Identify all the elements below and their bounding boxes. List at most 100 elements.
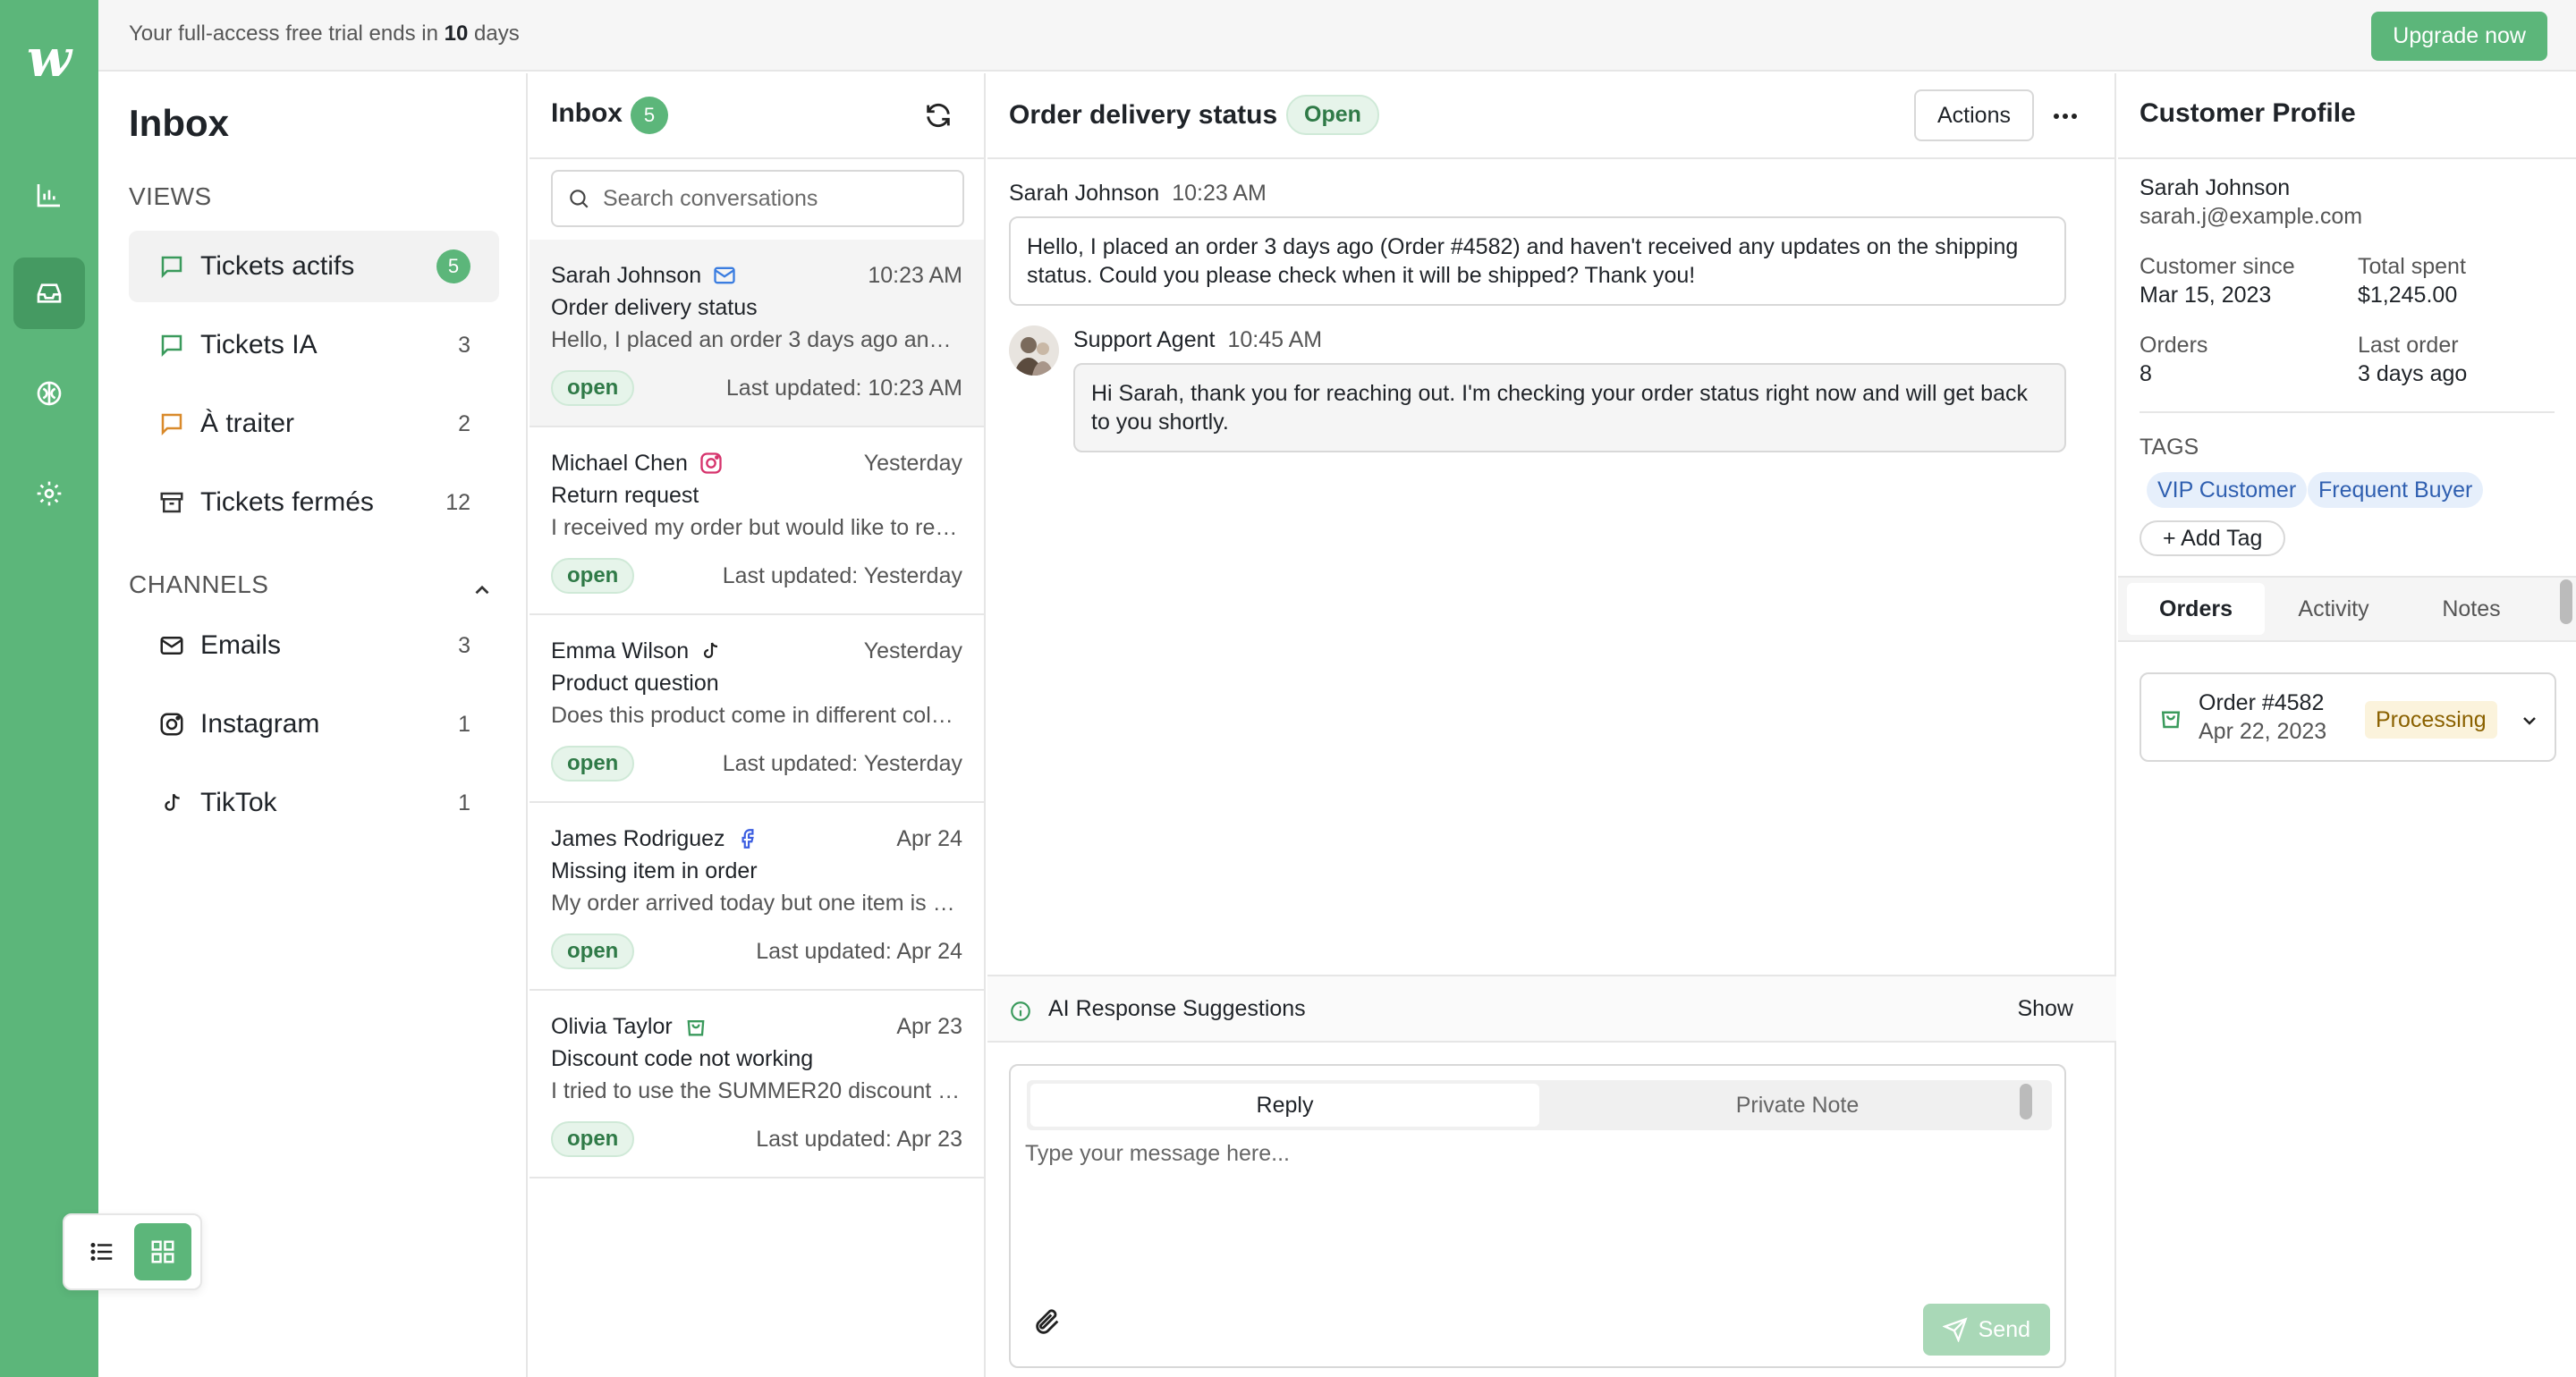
agent-message: Hi Sarah, thank you for reaching out. I'… bbox=[1073, 363, 2066, 452]
channels-collapse-button[interactable] bbox=[470, 579, 494, 602]
chevron-up-icon bbox=[475, 585, 489, 595]
conversation-subject: Order delivery status bbox=[551, 295, 758, 320]
conversation-time: Apr 23 bbox=[896, 1013, 962, 1039]
status-badge: open bbox=[551, 1121, 635, 1157]
conversation-preview: Hello, I placed an order 3 days ago and … bbox=[551, 327, 962, 352]
tab-notes[interactable]: Notes bbox=[2402, 583, 2540, 635]
conversation-item[interactable]: Michael Chen Yesterday Return request I … bbox=[530, 427, 984, 615]
message-time: 10:23 AM bbox=[1172, 181, 1267, 206]
order-card[interactable]: Order #4582 Apr 22, 2023 Processing bbox=[2140, 672, 2556, 762]
customer-since-label: Customer since bbox=[2140, 254, 2295, 279]
ai-show-button[interactable]: Show bbox=[2017, 996, 2073, 1022]
upgrade-button[interactable]: Upgrade now bbox=[2371, 12, 2547, 61]
tag-chip[interactable]: Frequent Buyer bbox=[2308, 472, 2484, 508]
grid-view-button[interactable] bbox=[134, 1223, 191, 1280]
conversation-panel: Order delivery status Open Actions Sarah… bbox=[987, 73, 2116, 1377]
view-count: 2 bbox=[458, 410, 470, 436]
conversation-title: Order delivery status bbox=[1009, 100, 1278, 130]
ai-nav-button[interactable] bbox=[13, 358, 85, 429]
channel-label: Instagram bbox=[200, 709, 320, 739]
order-status-badge: Processing bbox=[2365, 701, 2497, 739]
channel-count: 1 bbox=[458, 711, 470, 737]
conversation-preview: Does this product come in different colo… bbox=[551, 703, 962, 728]
conversation-sender: Sarah Johnson bbox=[551, 262, 702, 288]
refresh-button[interactable] bbox=[923, 100, 953, 131]
conversation-item[interactable]: Olivia Taylor Apr 23 Discount code not w… bbox=[530, 991, 984, 1178]
send-button[interactable]: Send bbox=[1922, 1304, 2050, 1356]
profile-title: Customer Profile bbox=[2140, 98, 2356, 128]
channel-label: Emails bbox=[200, 630, 282, 660]
view-item-tickets-ia[interactable]: Tickets IA 3 bbox=[129, 309, 499, 381]
view-item-tickets-actifs[interactable]: Tickets actifs 5 bbox=[129, 231, 499, 302]
tag-chip[interactable]: VIP Customer bbox=[2147, 472, 2308, 508]
conversation-preview: I received my order but would like to re… bbox=[551, 515, 962, 540]
list-icon bbox=[90, 1243, 113, 1261]
actions-button[interactable]: Actions bbox=[1914, 89, 2034, 141]
conversation-item[interactable]: Emma Wilson Yesterday Product question D… bbox=[530, 615, 984, 803]
analytics-nav-button[interactable] bbox=[13, 159, 85, 231]
message-meta: Sarah Johnson 10:23 AM bbox=[1009, 181, 1267, 207]
list-count-badge: 5 bbox=[631, 97, 668, 134]
settings-nav-button[interactable] bbox=[13, 458, 85, 529]
conversation-item[interactable]: James Rodriguez Apr 24 Missing item in o… bbox=[530, 803, 984, 991]
tab-activity[interactable]: Activity bbox=[2265, 583, 2402, 635]
profile-header: Customer Profile bbox=[2118, 73, 2576, 159]
view-mode-toggle bbox=[63, 1213, 202, 1290]
view-count: 12 bbox=[445, 489, 470, 515]
profile-scrollbar[interactable] bbox=[2560, 579, 2572, 624]
total-spent-value: $1,245.00 bbox=[2358, 283, 2458, 308]
orders-count-value: 8 bbox=[2140, 361, 2152, 386]
channel-item-emails[interactable]: Emails 3 bbox=[129, 610, 499, 681]
message-input[interactable] bbox=[1025, 1141, 2050, 1284]
orders-count-label: Orders bbox=[2140, 333, 2208, 358]
conversation-time: Apr 24 bbox=[896, 825, 962, 851]
view-item-a-traiter[interactable]: À traiter 2 bbox=[129, 388, 499, 460]
channel-item-tiktok[interactable]: TikTok 1 bbox=[129, 767, 499, 839]
list-header: Inbox 5 bbox=[530, 73, 984, 159]
status-badge: open bbox=[551, 746, 635, 781]
attach-button[interactable] bbox=[1032, 1307, 1063, 1338]
order-expand-button[interactable] bbox=[2519, 710, 2540, 731]
views-section-label: VIEWS bbox=[129, 182, 212, 210]
status-badge: open bbox=[551, 933, 635, 969]
send-icon bbox=[1942, 1317, 1968, 1342]
customer-email[interactable]: sarah.j@example.com bbox=[2140, 204, 2362, 230]
view-label: Tickets IA bbox=[200, 330, 318, 359]
more-options-button[interactable] bbox=[2043, 98, 2088, 134]
tab-orders[interactable]: Orders bbox=[2127, 583, 2265, 635]
avatar-image bbox=[1009, 325, 1059, 376]
inbox-nav-button[interactable] bbox=[13, 258, 85, 329]
composer-scrollbar[interactable] bbox=[2020, 1084, 2032, 1119]
app-logo[interactable]: w bbox=[18, 27, 80, 89]
chat-icon bbox=[161, 334, 182, 358]
chat-icon bbox=[161, 413, 182, 436]
conversation-item[interactable]: Sarah Johnson 10:23 AM Order delivery st… bbox=[530, 240, 984, 427]
search-input[interactable] bbox=[603, 185, 943, 212]
more-horizontal-icon bbox=[2054, 114, 2077, 119]
message-composer: Reply Private Note Send bbox=[1009, 1064, 2066, 1368]
conversation-status-badge[interactable]: Open bbox=[1286, 95, 1379, 135]
total-spent-label: Total spent bbox=[2358, 254, 2466, 279]
trial-banner: Your full-access free trial ends in 10 d… bbox=[98, 0, 2576, 72]
last-updated: Last updated: 10:23 AM bbox=[725, 375, 962, 401]
last-order-value: 3 days ago bbox=[2358, 361, 2468, 386]
conversation-time: 10:23 AM bbox=[868, 262, 962, 288]
send-label: Send bbox=[1978, 1316, 2030, 1342]
paperclip-icon bbox=[1036, 1309, 1059, 1334]
tab-private-note[interactable]: Private Note bbox=[1543, 1080, 2052, 1130]
order-id: Order #4582 bbox=[2199, 690, 2325, 715]
channel-count: 1 bbox=[458, 790, 470, 815]
status-badge: open bbox=[551, 558, 635, 594]
tab-reply[interactable]: Reply bbox=[1030, 1084, 1539, 1127]
mail-icon bbox=[160, 637, 183, 655]
list-view-button[interactable] bbox=[73, 1223, 131, 1280]
view-item-tickets-fermes[interactable]: Tickets fermés 12 bbox=[129, 467, 499, 538]
conversation-time: Yesterday bbox=[863, 638, 962, 663]
brain-icon bbox=[37, 381, 62, 406]
trial-prefix: Your full-access free trial ends in bbox=[129, 21, 438, 46]
add-tag-button[interactable]: + Add Tag bbox=[2140, 520, 2286, 556]
trial-message: Your full-access free trial ends in 10 d… bbox=[129, 21, 520, 46]
customer-since-value: Mar 15, 2023 bbox=[2140, 283, 2272, 308]
channel-item-instagram[interactable]: Instagram 1 bbox=[129, 688, 499, 760]
conversation-header: Order delivery status Open Actions bbox=[987, 73, 2116, 159]
